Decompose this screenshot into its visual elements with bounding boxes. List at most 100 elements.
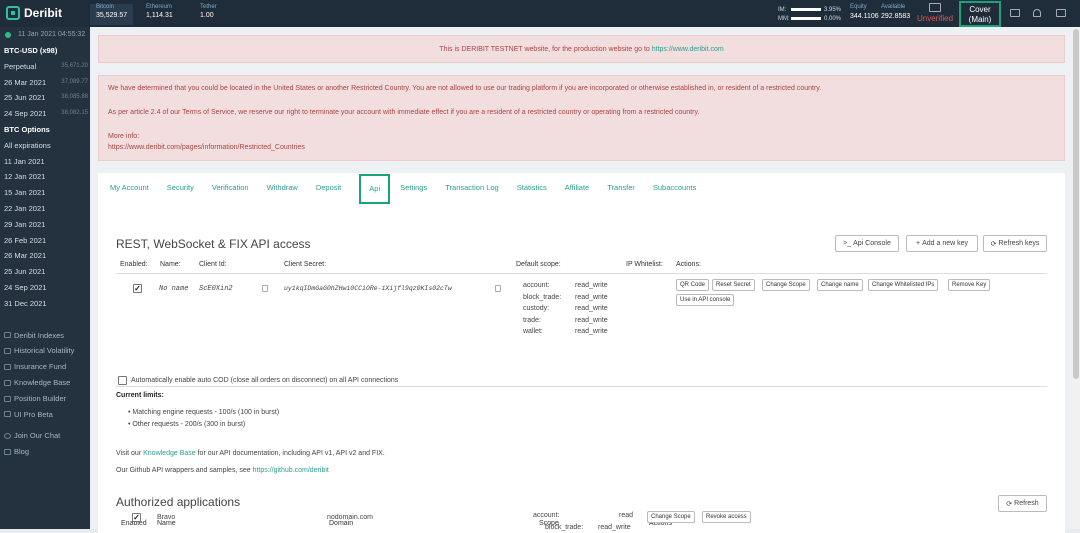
key-enabled-checkbox[interactable]: ✓: [133, 284, 142, 293]
ticker-price: 1.00: [200, 12, 214, 19]
col-actions: Actions:: [676, 261, 701, 268]
ticker-bitcoin[interactable]: Bitcoin 35,529.57: [90, 4, 134, 25]
deribit-logo[interactable]: Deribit: [6, 6, 62, 20]
app-change-scope-button[interactable]: Change Scope: [647, 511, 695, 523]
sidebar-link-indexes[interactable]: Deribit Indexes: [0, 328, 90, 344]
scope-key: custody:: [523, 305, 550, 312]
sidebar-option-expiry[interactable]: 12 Jan 2021: [0, 169, 90, 185]
sidebar-item-label: 26 Mar 2021: [4, 77, 47, 87]
testnet-alert: This is DERIBIT TESTNET website, for the…: [98, 35, 1065, 63]
restricted-countries-link[interactable]: https://www.deribit.com/pages/informatio…: [108, 144, 1055, 151]
sidebar-options-header[interactable]: BTC Options: [0, 122, 90, 138]
tab-transfer[interactable]: Transfer: [607, 183, 635, 204]
github-link[interactable]: https://github.com/deribit: [253, 467, 329, 474]
ticker-price: 1,114.31: [146, 12, 173, 19]
sidebar-option-expiry[interactable]: 25 Jun 2021: [0, 264, 90, 280]
tab-settings[interactable]: Settings: [400, 183, 427, 204]
knowledge-base-link[interactable]: Knowledge Base: [143, 450, 196, 457]
sidebar-link-label: Knowledge Base: [14, 377, 71, 387]
button-label: Api Console: [853, 240, 891, 247]
sidebar-link-blog[interactable]: Blog: [0, 444, 90, 460]
sidebar-option-expiry[interactable]: 31 Dec 2021: [0, 296, 90, 312]
sidebar-item-future[interactable]: 24 Sep 2021 38,082.15: [0, 106, 90, 122]
remove-key-button[interactable]: Remove Key: [948, 279, 991, 291]
unverified-status[interactable]: Unverified: [917, 14, 953, 23]
refresh-keys-button[interactable]: ⟳ Refresh keys: [983, 235, 1047, 252]
sidebar-link-volatility[interactable]: Historical Volatility: [0, 343, 90, 359]
tab-statistics[interactable]: Statistics: [517, 183, 547, 204]
tab-transaction-log[interactable]: Transaction Log: [445, 183, 499, 204]
production-link[interactable]: https://www.deribit.com: [652, 46, 724, 53]
col-ip-whitelist: IP Whitelist:: [626, 261, 663, 268]
connection-status-icon: [5, 32, 11, 38]
id-card-icon[interactable]: [929, 3, 941, 12]
key-client-secret: uy1kqIDmGaG0hZHwi0CCiORe-1Xijfl9qz0KIs02…: [284, 285, 452, 292]
mm-bar: [791, 17, 821, 20]
chat-icon[interactable]: [1010, 9, 1020, 17]
add-key-button[interactable]: + Add a new key: [906, 235, 978, 252]
account-tabs: My Account Security Verification Withdra…: [110, 174, 714, 204]
sidebar-option-expiry[interactable]: 29 Jan 2021: [0, 217, 90, 233]
reset-secret-button[interactable]: Reset Secret: [712, 279, 755, 291]
change-scope-button[interactable]: Change Scope: [762, 279, 810, 291]
auto-cod-checkbox[interactable]: [118, 376, 127, 385]
sidebar-item-future[interactable]: 26 Mar 2021 37,089.77: [0, 75, 90, 91]
im-bar: [791, 8, 821, 11]
scrollbar-thumb[interactable]: [1073, 29, 1079, 379]
tab-withdraw[interactable]: Withdraw: [267, 183, 298, 204]
change-name-button[interactable]: Change name: [817, 279, 863, 291]
sidebar-item-label: 29 Jan 2021: [4, 219, 46, 229]
qr-code-button[interactable]: QR Code: [676, 279, 710, 291]
ticker-tether[interactable]: Tether 1.00: [194, 4, 223, 25]
sidebar-link-chat[interactable]: Join Our Chat: [0, 428, 90, 444]
use-in-console-button[interactable]: Use in API console: [676, 294, 735, 306]
refresh-apps-button[interactable]: ⟳ Refresh: [998, 495, 1047, 512]
sidebar-option-expiry[interactable]: 24 Sep 2021: [0, 280, 90, 296]
revoke-access-button[interactable]: Revoke access: [702, 511, 751, 523]
scope-values: read_write read_write read_write read_wr…: [575, 280, 608, 338]
bell-icon[interactable]: [1033, 9, 1041, 17]
account-selector-line1: Cover: [969, 5, 991, 14]
page-scrollbar[interactable]: [1072, 27, 1080, 529]
app-domain-link[interactable]: nodomain.com: [327, 514, 373, 521]
sidebar-item-perpetual[interactable]: Perpetual 35,671.20: [0, 59, 90, 75]
sidebar-option-expiry[interactable]: All expirations: [0, 138, 90, 154]
restricted-text-2: As per article 2.4 of our Terms of Servi…: [108, 109, 700, 116]
tab-api[interactable]: Api: [359, 174, 391, 204]
sidebar-link-ui-pro[interactable]: UI Pro Beta: [0, 407, 90, 423]
tab-affiliate[interactable]: Affiliate: [565, 183, 589, 204]
sidebar-option-expiry[interactable]: 22 Jan 2021: [0, 201, 90, 217]
language-flag-icon[interactable]: [1056, 9, 1066, 17]
github-pre: Our Github API wrappers and samples, see: [116, 467, 253, 474]
tab-security[interactable]: Security: [167, 183, 194, 204]
app-enabled-checkbox[interactable]: ✓: [132, 513, 141, 522]
app-scope-key: account:: [533, 512, 560, 519]
change-whitelisted-ips-button[interactable]: Change Whitelisted IPs: [868, 279, 939, 291]
api-console-button[interactable]: >_ Api Console: [835, 235, 899, 252]
sidebar-link-knowledge-base[interactable]: Knowledge Base: [0, 375, 90, 391]
sidebar-link-label: Deribit Indexes: [14, 330, 65, 340]
tab-my-account[interactable]: My Account: [110, 183, 149, 204]
ticker-ethereum[interactable]: Ethereum 1,114.31: [140, 4, 179, 25]
sidebar-futures-header[interactable]: BTC-USD (x98): [0, 43, 90, 59]
tab-verification[interactable]: Verification: [212, 183, 249, 204]
tab-deposit[interactable]: Deposit: [316, 183, 341, 204]
sidebar-option-expiry[interactable]: 11 Jan 2021: [0, 154, 90, 170]
sidebar-option-expiry[interactable]: 26 Feb 2021: [0, 233, 90, 249]
sidebar-link-label: Position Builder: [14, 393, 67, 403]
copy-icon[interactable]: [262, 285, 268, 292]
restricted-alert: We have determined that you could be loc…: [98, 75, 1065, 161]
sidebar-option-expiry[interactable]: 15 Jan 2021: [0, 185, 90, 201]
chart-icon: [4, 332, 11, 339]
button-label: Refresh: [1014, 500, 1039, 507]
sidebar-item-future[interactable]: 25 Jun 2021 38,085.88: [0, 90, 90, 106]
copy-icon[interactable]: [495, 285, 501, 292]
sidebar-link-insurance[interactable]: Insurance Fund: [0, 359, 90, 375]
equity-value: 344.1106: [850, 13, 879, 20]
tab-subaccounts[interactable]: Subaccounts: [653, 183, 696, 204]
scope-value: read_write: [575, 293, 608, 301]
sidebar-item-price: 38,082.15: [61, 110, 88, 117]
account-selector[interactable]: Cover (Main): [959, 1, 1001, 27]
sidebar-link-position-builder[interactable]: Position Builder: [0, 391, 90, 407]
sidebar-option-expiry[interactable]: 26 Mar 2021: [0, 248, 90, 264]
